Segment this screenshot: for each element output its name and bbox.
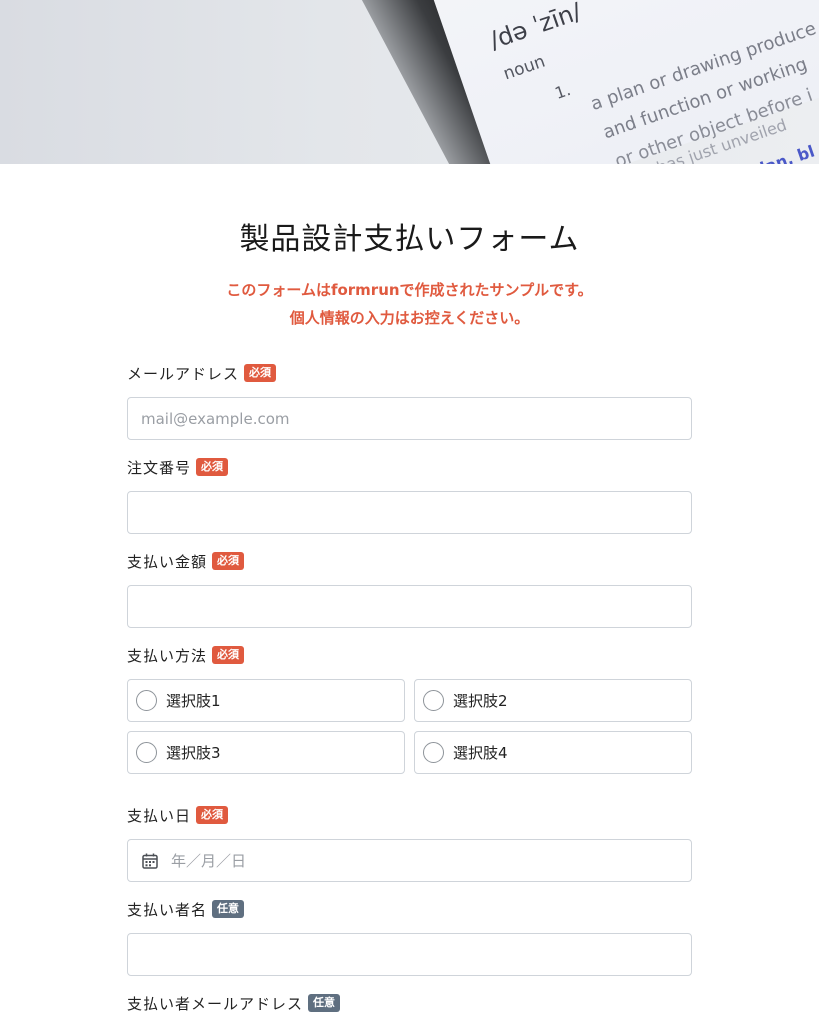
required-badge: 必須 — [212, 552, 245, 570]
notice-line-2: 個人情報の入力はお控えください。 — [289, 309, 530, 327]
calendar-icon[interactable] — [141, 852, 159, 870]
payment-method-options: 選択肢1 選択肢2 選択肢3 選択肢4 — [127, 679, 692, 774]
option-label: 選択肢4 — [453, 744, 508, 762]
payment-form: メールアドレス 必須 mail@example.com 注文番号 必須 支払い金… — [127, 362, 692, 1014]
payer-name-label: 支払い者名 — [127, 900, 208, 919]
required-badge: 必須 — [196, 806, 229, 824]
amount-input[interactable] — [127, 585, 692, 628]
date-placeholder: 年／月／日 — [171, 852, 247, 870]
radio-option-3[interactable]: 選択肢3 — [127, 731, 405, 774]
field-email: メールアドレス 必須 mail@example.com — [127, 362, 692, 440]
field-payer-email: 支払い者メールアドレス 任意 — [127, 992, 692, 1014]
sample-notice: このフォームはformrunで作成されたサンプルです。 個人情報の入力はお控えく… — [0, 276, 819, 332]
option-label: 選択肢1 — [166, 692, 221, 710]
radio-circle-icon[interactable] — [136, 742, 157, 763]
required-badge: 必須 — [196, 458, 229, 476]
email-input[interactable]: mail@example.com — [127, 397, 692, 440]
header-image: /də ˈzīn/ noun 1. a plan or drawing prod… — [0, 0, 819, 164]
payment-date-label: 支払い日 — [127, 806, 192, 825]
required-badge: 必須 — [212, 646, 245, 664]
required-badge: 必須 — [244, 364, 277, 382]
radio-option-4[interactable]: 選択肢4 — [414, 731, 692, 774]
payment-date-input[interactable]: 年／月／日 — [127, 839, 692, 882]
optional-badge: 任意 — [212, 900, 245, 918]
radio-option-2[interactable]: 選択肢2 — [414, 679, 692, 722]
radio-circle-icon[interactable] — [423, 742, 444, 763]
email-label: メールアドレス — [127, 364, 240, 383]
radio-option-1[interactable]: 選択肢1 — [127, 679, 405, 722]
optional-badge: 任意 — [308, 994, 341, 1012]
dict-link: plan, bl — [746, 141, 817, 164]
email-placeholder: mail@example.com — [141, 409, 290, 428]
field-payment-method: 支払い方法 必須 選択肢1 選択肢2 選択肢3 選択肢4 — [127, 644, 692, 774]
radio-circle-icon[interactable] — [423, 690, 444, 711]
payer-name-input[interactable] — [127, 933, 692, 976]
payment-method-label: 支払い方法 — [127, 646, 208, 665]
field-payer-name: 支払い者名 任意 — [127, 898, 692, 976]
field-amount: 支払い金額 必須 — [127, 550, 692, 628]
radio-circle-icon[interactable] — [136, 690, 157, 711]
order-number-label: 注文番号 — [127, 458, 192, 477]
form-title: 製品設計支払いフォーム — [239, 222, 580, 257]
field-order-number: 注文番号 必須 — [127, 456, 692, 534]
payer-email-label: 支払い者メールアドレス — [127, 994, 304, 1013]
field-payment-date: 支払い日 必須 年／月／日 — [127, 804, 692, 882]
notice-line-1: このフォームはformrunで作成されたサンプルです。 — [226, 281, 593, 299]
order-number-input[interactable] — [127, 491, 692, 534]
option-label: 選択肢2 — [453, 692, 508, 710]
option-label: 選択肢3 — [166, 744, 221, 762]
amount-label: 支払い金額 — [127, 552, 208, 571]
